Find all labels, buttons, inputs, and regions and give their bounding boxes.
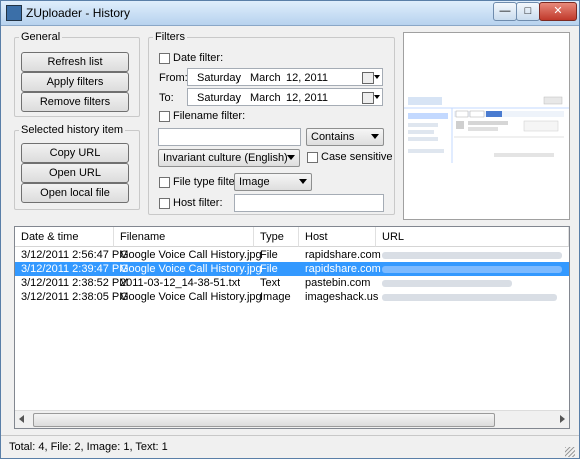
case-sensitive-checkbox[interactable] xyxy=(307,152,318,163)
row-datetime: 3/12/2011 2:38:05 PM xyxy=(21,291,129,303)
to-day: Saturday xyxy=(197,92,242,104)
history-list[interactable]: Date & time Filename Type Host URL 3/12/… xyxy=(14,226,570,429)
open-local-file-button[interactable]: Open local file xyxy=(21,183,129,203)
row-type: Text xyxy=(260,277,281,289)
column-header-datetime[interactable]: Date & time xyxy=(15,227,114,247)
filename-filter-input[interactable] xyxy=(158,128,301,146)
window-title: ZUploader - History xyxy=(26,6,131,20)
culture-select[interactable]: Invariant culture (English) xyxy=(158,149,300,167)
filename-filter-checkbox[interactable] xyxy=(159,111,170,122)
calendar-icon[interactable] xyxy=(362,72,374,84)
scroll-left-icon[interactable] xyxy=(19,415,24,423)
selected-item-group-title: Selected history item xyxy=(19,124,126,136)
row-host: rapidshare.com xyxy=(305,249,381,261)
chevron-down-icon xyxy=(374,75,380,79)
open-url-button[interactable]: Open URL xyxy=(21,163,129,183)
from-month: March xyxy=(250,72,281,84)
row-host: rapidshare.com xyxy=(305,263,381,275)
column-header-filename[interactable]: Filename xyxy=(114,227,254,247)
table-row[interactable]: 3/12/2011 2:39:47 PM Google Voice Call H… xyxy=(15,262,569,276)
table-row[interactable]: 3/12/2011 2:38:52 PM 2011-03-12_14-38-51… xyxy=(15,276,569,290)
image-preview xyxy=(403,32,570,220)
close-icon: ✕ xyxy=(553,5,563,17)
row-type: Image xyxy=(260,291,291,303)
apply-filters-button[interactable]: Apply filters xyxy=(21,72,129,92)
title-bar[interactable]: ZUploader - History — □ ✕ xyxy=(1,1,579,26)
app-icon xyxy=(6,5,22,21)
file-type-value: Image xyxy=(239,176,270,188)
general-group-title: General xyxy=(19,31,63,43)
table-row[interactable]: 3/12/2011 2:56:47 PM Google Voice Call H… xyxy=(15,248,569,262)
calendar-icon[interactable] xyxy=(362,92,374,104)
row-url-blurred xyxy=(382,266,562,273)
row-url-blurred xyxy=(382,280,512,287)
row-host: imageshack.us xyxy=(305,291,379,303)
table-row[interactable]: 3/12/2011 2:38:05 PM Google Voice Call H… xyxy=(15,290,569,304)
from-day: Saturday xyxy=(197,72,242,84)
row-filename: 2011-03-12_14-38-51.txt xyxy=(120,277,241,289)
row-host: pastebin.com xyxy=(305,277,371,289)
status-bar: Total: 4, File: 2, Image: 1, Text: 1 xyxy=(1,435,579,458)
date-filter-label: Date filter: xyxy=(173,52,224,64)
minimize-icon: — xyxy=(499,5,511,17)
column-header-host[interactable]: Host xyxy=(299,227,376,247)
column-header-url[interactable]: URL xyxy=(376,227,569,247)
horizontal-scrollbar[interactable] xyxy=(15,410,569,428)
preview-thumbnail-image xyxy=(404,33,569,219)
row-filename: Google Voice Call History.jpg xyxy=(120,249,262,261)
host-filter-checkbox[interactable] xyxy=(159,198,170,209)
history-window: ZUploader - History — □ ✕ General Refres… xyxy=(0,0,580,459)
column-header-type[interactable]: Type xyxy=(254,227,299,247)
refresh-list-button[interactable]: Refresh list xyxy=(21,52,129,72)
from-date-picker[interactable]: Saturday , March 12, 2011 xyxy=(187,68,383,86)
host-filter-label: Host filter: xyxy=(173,197,223,209)
maximize-icon: □ xyxy=(524,5,532,17)
row-type: File xyxy=(260,249,278,261)
status-text: Total: 4, File: 2, Image: 1, Text: 1 xyxy=(9,441,168,453)
to-label: To: xyxy=(159,92,174,104)
file-type-filter-label: File type filter: xyxy=(173,176,242,188)
copy-url-button[interactable]: Copy URL xyxy=(21,143,129,163)
filters-group-title: Filters xyxy=(153,31,187,43)
to-separator: , xyxy=(237,92,241,104)
to-date-picker[interactable]: Saturday , March 12, 2011 xyxy=(187,88,383,106)
minimize-button[interactable]: — xyxy=(493,2,517,21)
row-datetime: 3/12/2011 2:56:47 PM xyxy=(21,249,129,261)
close-button[interactable]: ✕ xyxy=(539,2,577,21)
from-date: 12, 2011 xyxy=(286,72,329,84)
file-type-select[interactable]: Image xyxy=(234,173,312,191)
maximize-button[interactable]: □ xyxy=(516,2,540,21)
row-url-blurred xyxy=(382,252,562,259)
row-filename: Google Voice Call History.jpg xyxy=(120,263,262,275)
filename-filter-label: Filename filter: xyxy=(173,110,246,122)
row-filename: Google Voice Call History.jpg xyxy=(120,291,262,303)
match-mode-value: Contains xyxy=(311,131,355,143)
chevron-down-icon xyxy=(374,95,380,99)
to-month: March xyxy=(250,92,281,104)
scrollbar-thumb[interactable] xyxy=(33,413,495,427)
row-type: File xyxy=(260,263,278,275)
row-datetime: 3/12/2011 2:38:52 PM xyxy=(21,277,129,289)
host-filter-input[interactable] xyxy=(234,194,384,212)
to-date: 12, 2011 xyxy=(286,92,329,104)
chevron-down-icon xyxy=(299,179,307,184)
scroll-right-icon[interactable] xyxy=(560,415,565,423)
row-url-blurred xyxy=(382,294,557,301)
match-mode-select[interactable]: Contains xyxy=(306,128,384,146)
remove-filters-button[interactable]: Remove filters xyxy=(21,92,129,112)
date-filter-checkbox[interactable] xyxy=(159,53,170,64)
chevron-down-icon xyxy=(371,134,379,139)
case-sensitive-label: Case sensitive xyxy=(321,151,393,163)
row-datetime: 3/12/2011 2:39:47 PM xyxy=(21,263,129,275)
culture-value: Invariant culture (English) xyxy=(163,152,288,164)
from-label: From: xyxy=(159,72,188,84)
chevron-down-icon xyxy=(287,155,295,160)
from-separator: , xyxy=(237,72,241,84)
file-type-filter-checkbox[interactable] xyxy=(159,177,170,188)
resize-grip-icon[interactable] xyxy=(565,447,575,457)
